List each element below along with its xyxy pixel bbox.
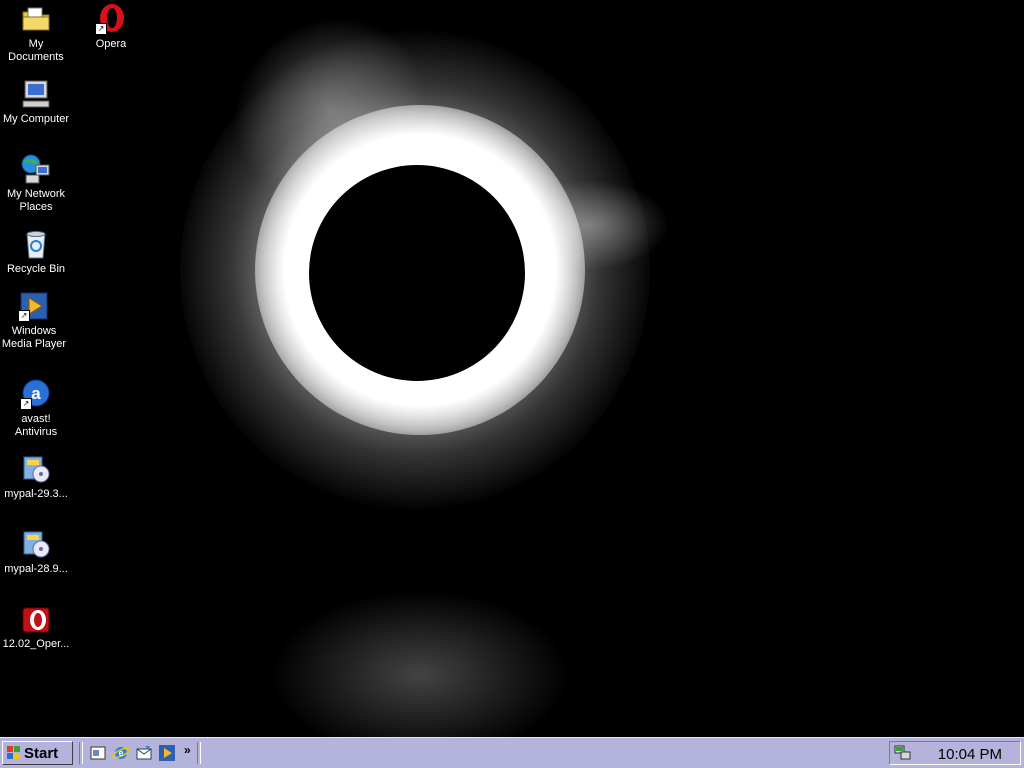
taskbar: Start e » 10:04 PM [0,737,1024,768]
installer-icon [20,528,52,560]
desktop-icon-opera-installer[interactable]: 12.02_Oper... [0,603,72,651]
outlook-express-icon[interactable] [135,744,153,762]
desktop-icon-mypal-29[interactable]: mypal-29.3... [0,453,72,501]
computer-icon [20,78,52,110]
icon-label: 12.02_Oper... [2,638,70,650]
folder-documents-icon [20,3,52,35]
shortcut-arrow-icon: ↗ [18,310,30,322]
icon-label: My Network Places [6,188,66,213]
icon-label: mypal-29.3... [4,488,68,500]
desktop-icon-my-computer[interactable]: My Computer [0,78,72,126]
media-player-icon: ↗ [18,290,50,322]
icon-label: My Computer [2,113,70,125]
shortcut-arrow-icon: ↗ [95,23,107,35]
recycle-bin-icon [20,228,52,260]
media-player-icon[interactable] [158,744,176,762]
desktop-icon-opera[interactable]: ↗ Opera [75,3,147,51]
toolbar-separator [197,742,201,764]
toolbar-separator [79,742,83,764]
icon-label: avast! Antivirus [14,413,58,438]
desktop-icon-windows-media-player[interactable]: ↗ Windows Media Player [0,290,70,351]
desktop-icon-mypal-28[interactable]: mypal-28.9... [0,528,72,576]
show-desktop-icon[interactable] [89,744,107,762]
internet-explorer-icon[interactable]: e [111,744,131,762]
icon-label: My Documents [8,38,64,63]
icon-label: Opera [95,38,127,50]
clock[interactable]: 10:04 PM [938,746,1002,763]
windows-logo-icon [7,746,21,760]
shortcut-arrow-icon: ↗ [20,398,32,410]
network-icon [20,153,52,185]
svg-text:a: a [31,384,41,403]
icon-label: Recycle Bin [6,263,66,275]
desktop-icon-my-network-places[interactable]: My Network Places [0,153,72,214]
avast-icon: a ↗ [20,378,52,410]
quick-launch-chevron[interactable]: » [184,743,191,757]
installer-icon [20,453,52,485]
desktop: My Documents ↗ Opera My Computer My Netw… [0,0,1024,737]
opera-installer-icon [20,603,52,635]
desktop-icon-recycle-bin[interactable]: Recycle Bin [0,228,72,276]
svg-text:e: e [118,748,123,758]
start-button[interactable]: Start [2,741,73,765]
desktop-icon-avast-antivirus[interactable]: a ↗ avast! Antivirus [0,378,72,439]
desktop-icon-my-documents[interactable]: My Documents [0,3,72,64]
icon-label: Windows Media Player [1,325,67,350]
system-tray: 10:04 PM [889,741,1021,765]
network-tray-icon[interactable] [894,744,912,767]
icon-label: mypal-28.9... [4,563,68,575]
start-label: Start [24,744,59,762]
opera-icon: ↗ [95,3,127,35]
